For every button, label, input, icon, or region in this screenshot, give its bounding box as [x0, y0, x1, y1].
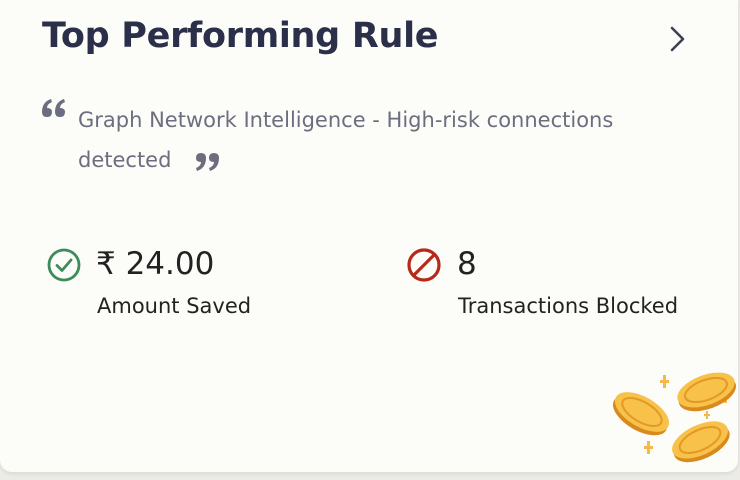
- rule-description: Graph Network Intelligence - High-risk c…: [78, 108, 614, 172]
- quote-close-icon: [196, 153, 219, 171]
- check-circle-icon: [47, 248, 81, 282]
- card-title: Top Performing Rule: [42, 16, 439, 56]
- prohibited-icon: [407, 248, 441, 282]
- gold-coins-icon: [612, 372, 737, 463]
- transactions-blocked-value: 8: [457, 246, 477, 282]
- amount-saved-value: ₹ 24.00: [96, 246, 215, 282]
- transactions-blocked-label: Transactions Blocked: [458, 294, 679, 318]
- top-performing-rule-card: Top Performing Rule Graph Network Intell…: [0, 0, 738, 472]
- chevron-right-icon[interactable]: [662, 24, 692, 54]
- amount-saved-label: Amount Saved: [97, 294, 252, 318]
- quote-open-icon: [42, 99, 65, 117]
